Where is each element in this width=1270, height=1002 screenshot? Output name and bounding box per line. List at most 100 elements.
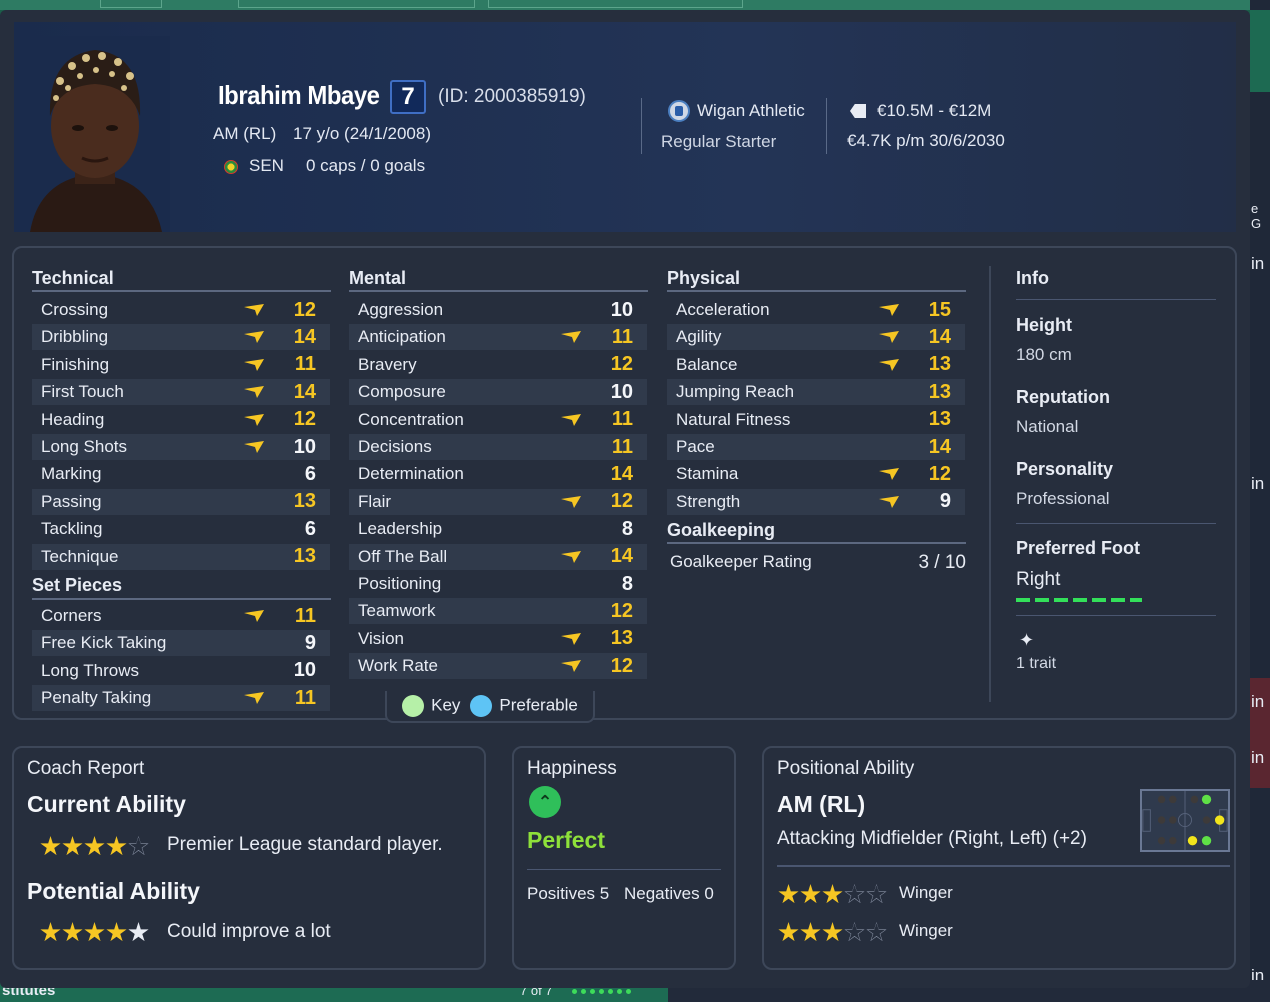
attribute-value: 6 [304,517,316,540]
attribute-value: 13 [928,408,951,431]
star-filled-icon [800,884,821,904]
key-attribute-arrow-icon [244,523,264,535]
attribute-row[interactable]: Balance 13 [667,352,965,378]
star-filled-icon [106,922,127,942]
attribute-row[interactable]: Vision 13 [349,626,647,652]
attribute-row[interactable]: Jumping Reach 13 [667,379,965,406]
attribute-row[interactable]: Dribbling 14 [32,324,330,351]
role-name[interactable]: Winger [899,883,953,903]
key-attribute-arrow-icon [244,610,264,622]
star-filled-icon [778,922,799,942]
attribute-row[interactable]: Long Shots 10 [32,434,330,460]
attribute-row[interactable]: Technique 13 [32,543,330,570]
reputation-value: National [1016,417,1079,436]
role-name[interactable]: Winger [899,921,953,941]
attribute-row[interactable]: Corners 11 [32,603,330,629]
attribute-label: Long Throws [41,660,139,680]
key-attribute-arrow-icon [244,331,264,344]
attribute-row[interactable]: Work Rate 12 [349,653,647,680]
nationality-flag-icon [224,160,238,174]
attribute-row[interactable]: Positioning 8 [349,571,647,597]
role-stars [778,884,887,905]
attribute-value: 12 [610,490,633,513]
attribute-value: 9 [304,631,316,654]
attribute-label: Long Shots [41,437,128,456]
attribute-value: 14 [610,462,633,485]
key-attribute-arrow-icon [244,441,264,453]
attribute-label: Off The Ball [358,546,448,566]
attribute-label: Vision [358,628,404,648]
attribute-row[interactable]: Free Kick Taking 9 [32,630,330,657]
attribute-row[interactable]: Stamina 12 [667,461,965,487]
traits-count[interactable]: 1 trait [1016,655,1056,673]
player-nationality[interactable]: SEN [249,156,284,176]
attribute-value: 12 [293,298,316,321]
attribute-row[interactable]: Leadership 8 [349,516,647,542]
attribute-value: 10 [610,380,633,403]
attribute-value: 14 [610,545,633,568]
attribute-row[interactable]: Aggression 10 [349,297,647,323]
key-attribute-arrow-icon [244,496,264,508]
legend-key-item[interactable]: Key [402,695,460,717]
attribute-row[interactable]: Agility 14 [667,324,965,351]
attribute-row[interactable]: Composure 10 [349,379,647,406]
attribute-label: Balance [676,354,738,374]
goalkeeper-rating-value: 3 / 10 [918,552,966,573]
position-pitch-map[interactable] [1140,789,1230,852]
personality-label: Personality [1016,459,1114,479]
attribute-value: 9 [939,490,951,513]
attribute-value: 8 [621,572,633,595]
attribute-label: Penalty Taking [41,688,152,708]
attribute-label: Jumping Reach [676,382,795,402]
positional-description: Attacking Midfielder (Right, Left) (+2) [777,828,1087,849]
key-attribute-arrow-icon [879,441,899,453]
attribute-row[interactable]: Natural Fitness 13 [667,407,965,433]
attribute-row[interactable]: Finishing 11 [32,352,330,378]
key-attribute-arrow-icon [244,413,264,426]
attribute-row[interactable]: Heading 12 [32,407,330,433]
attribute-row[interactable]: Off The Ball 14 [349,543,647,570]
star-filled-icon [84,836,105,856]
key-attribute-arrow-icon [561,304,581,316]
background-tab[interactable] [488,0,743,8]
attribute-row[interactable]: Decisions 11 [349,434,647,460]
attribute-row[interactable]: Teamwork 12 [349,598,647,625]
info-title: Info [1016,268,1049,288]
background-tab[interactable] [100,0,162,8]
attribute-value: 10 [610,298,633,321]
club-crest-icon[interactable] [668,100,690,122]
attribute-value: 6 [304,462,316,485]
attribute-row[interactable]: Long Throws 10 [32,658,330,684]
attribute-row[interactable]: Penalty Taking 11 [32,685,330,712]
technical-title: Technical [32,268,114,288]
attribute-row[interactable]: Crossing 12 [32,297,330,323]
attribute-row[interactable]: Marking 6 [32,461,330,487]
attribute-label: Strength [676,491,741,511]
attribute-row[interactable]: Anticipation 11 [349,324,647,351]
attribute-row[interactable]: Passing 13 [32,488,330,515]
header-divider [826,98,827,154]
key-attribute-arrow-icon [244,386,264,399]
shirt-number-badge: 7 [390,80,426,114]
attribute-row[interactable]: Bravery 12 [349,352,647,378]
attribute-row[interactable]: Pace 14 [667,434,965,460]
positional-code: AM (RL) [777,791,866,817]
attribute-row[interactable]: Tackling 6 [32,516,330,542]
attribute-value: 14 [928,435,951,458]
star-filled-icon [822,922,843,942]
background-tab[interactable] [238,0,475,8]
key-dot-icon [402,695,425,717]
star-empty-icon [844,884,865,904]
attribute-row[interactable]: Strength 9 [667,488,965,515]
attribute-row[interactable]: Concentration 11 [349,407,647,433]
attribute-row[interactable]: Determination 14 [349,461,647,487]
attribute-value: 10 [293,435,316,458]
key-attribute-arrow-icon [879,414,899,426]
attribute-row[interactable]: Flair 12 [349,488,647,515]
attribute-value: 13 [293,490,316,513]
legend-preferable-item[interactable]: Preferable [470,695,578,717]
club-name-link[interactable]: Wigan Athletic [697,101,805,121]
attribute-row[interactable]: Acceleration 15 [667,297,965,323]
attribute-label: Dribbling [41,327,109,347]
attribute-row[interactable]: First Touch 14 [32,379,330,406]
